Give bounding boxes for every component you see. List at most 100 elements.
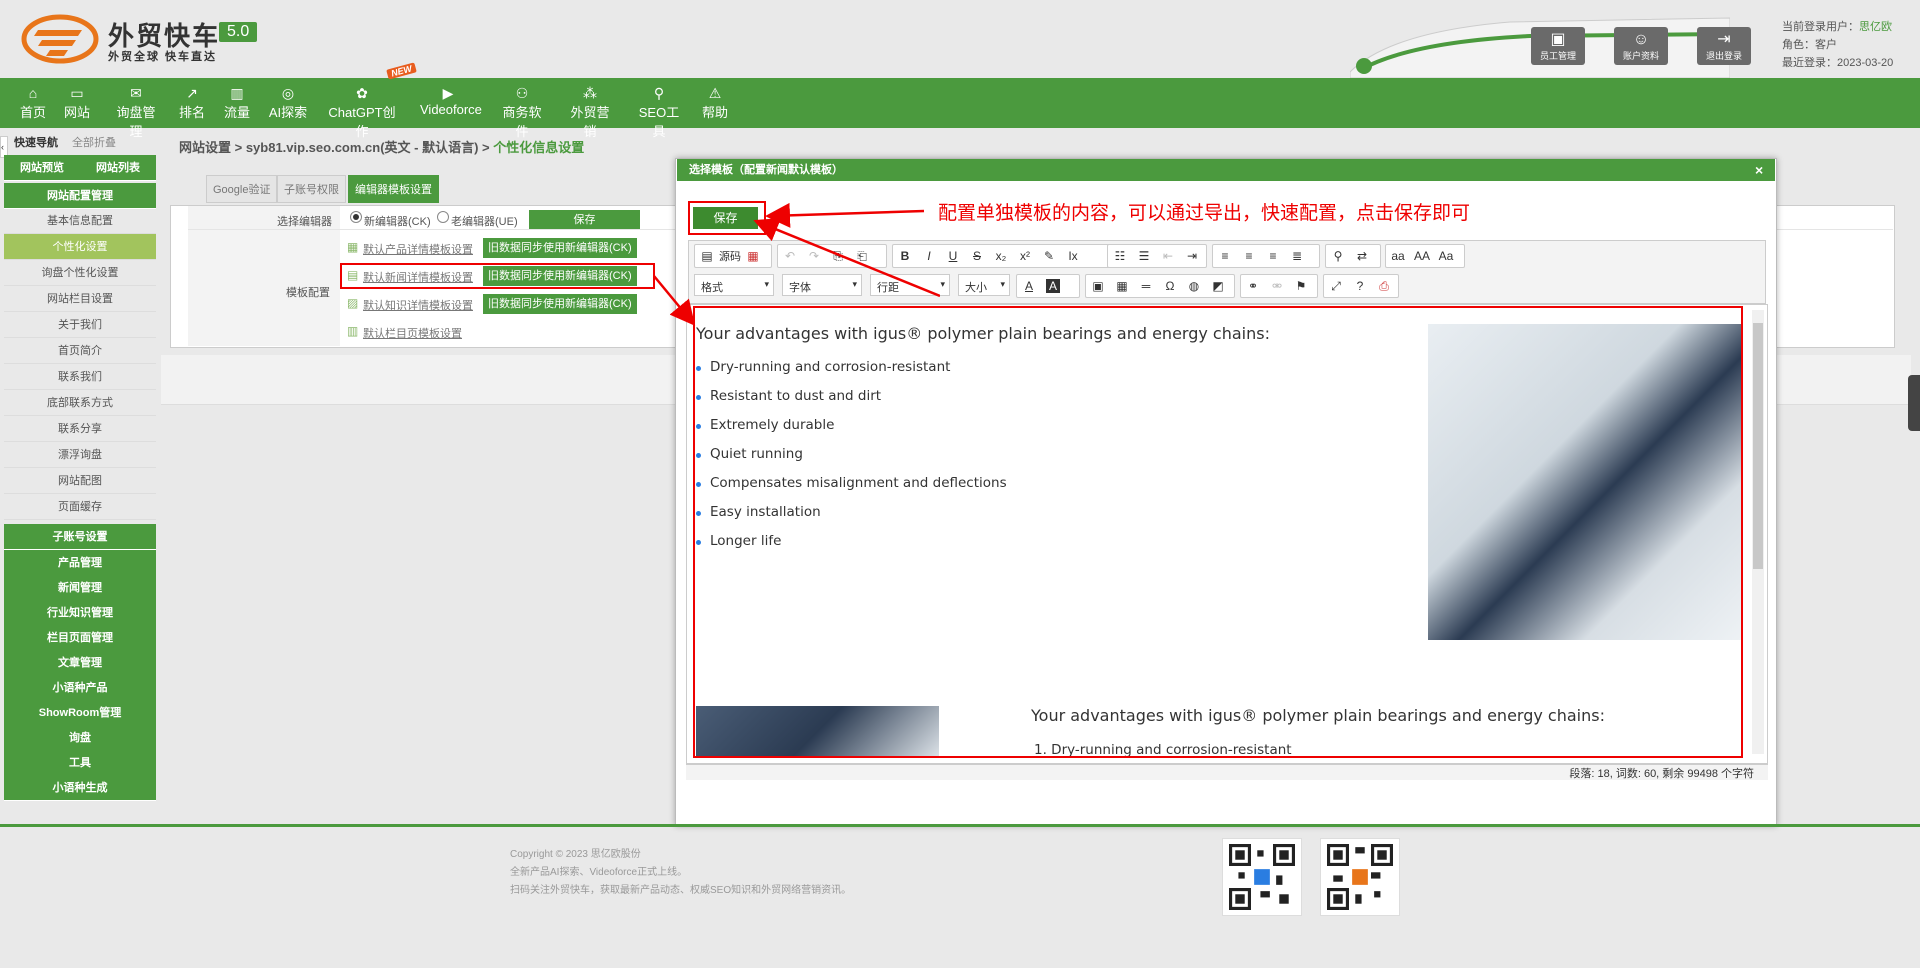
breadcrumb: 网站设置 > syb81.vip.seo.com.cn(英文 - 默认语言) >… — [179, 137, 584, 156]
sidebar-section-site-config[interactable]: 网站配置管理 — [4, 183, 156, 209]
sidebar-group[interactable]: 小语种产品 — [4, 675, 156, 701]
bullet-list-icon[interactable]: ☰ — [1132, 249, 1156, 263]
sidebar-group[interactable]: 产品管理 — [4, 550, 156, 576]
indent-icon[interactable]: ⇥ — [1180, 249, 1204, 263]
maximize-icon[interactable]: ⤢ — [1324, 279, 1348, 294]
preview-icon[interactable]: ⎙ — [1372, 279, 1396, 294]
sidebar-item[interactable]: 关于我们 — [4, 312, 156, 338]
nav-home[interactable]: ⌂ 首页 — [20, 78, 46, 128]
find-icon[interactable]: ⚲ — [1326, 249, 1350, 263]
table-icon[interactable]: ▦ — [1110, 279, 1134, 293]
nav-marketing[interactable]: ⁂ 外贸营销 — [565, 78, 615, 139]
nav-ai[interactable]: ◎ AI探索 — [268, 78, 308, 128]
news-template-link[interactable]: 默认新闻详情模板设置 — [363, 269, 473, 285]
sidebar-group[interactable]: 新闻管理 — [4, 575, 156, 601]
subscript-icon[interactable]: x₂ — [989, 249, 1013, 263]
numbered-list-icon[interactable]: ☷ — [1108, 249, 1132, 263]
sidebar-item[interactable]: 首页简介 — [4, 338, 156, 364]
sync-knowledge-button[interactable]: 旧数据同步使用新编辑器(CK) — [483, 294, 637, 314]
align-center-icon[interactable]: ≡ — [1237, 249, 1261, 263]
uppercase-icon[interactable]: AA — [1410, 249, 1434, 263]
site-preview-button[interactable]: 网站预览 — [4, 155, 80, 181]
sidebar-group[interactable]: ShowRoom管理 — [4, 700, 156, 726]
sidebar-item-active[interactable]: 个性化设置 — [4, 234, 156, 260]
copy-format-icon[interactable]: ✎ — [1037, 249, 1061, 263]
tab-google-verify[interactable]: Google验证 — [206, 175, 278, 203]
sidebar-group[interactable]: 栏目页面管理 — [4, 625, 156, 651]
outdent-icon[interactable]: ⇤ — [1156, 249, 1180, 263]
product-template-link[interactable]: 默认产品详情模板设置 — [363, 241, 473, 257]
sidebar-item[interactable]: 网站配图 — [4, 468, 156, 494]
sidebar-item[interactable]: 页面缓存 — [4, 494, 156, 520]
account-info-button[interactable]: ☺ 账户资料 — [1614, 27, 1668, 65]
sidebar-item[interactable]: 网站栏目设置 — [4, 286, 156, 312]
nav-inquiry[interactable]: ✉ 询盘管理 — [111, 78, 161, 139]
nav-traffic[interactable]: ▥ 流量 — [223, 78, 251, 128]
unlink-icon[interactable]: ⚮ — [1265, 279, 1289, 293]
nav-seo[interactable]: ⚲ SEO工具 — [634, 78, 684, 139]
logout-button[interactable]: ⇥ 退出登录 — [1697, 27, 1751, 65]
qr-code-icon — [1222, 838, 1302, 916]
align-left-icon[interactable]: ≡ — [1213, 249, 1237, 263]
align-right-icon[interactable]: ≡ — [1261, 249, 1285, 263]
iframe-icon[interactable]: ◍ — [1182, 279, 1206, 293]
sidebar-item[interactable]: 联系我们 — [4, 364, 156, 390]
sidebar-item[interactable]: 联系分享 — [4, 416, 156, 442]
background-color-icon[interactable]: A — [1046, 279, 1060, 293]
link-icon[interactable]: ⚭ — [1241, 279, 1265, 293]
nav-videoforce[interactable]: ▶ Videoforce — [420, 78, 482, 128]
strike-icon[interactable]: S — [965, 249, 989, 263]
sidebar-group[interactable]: 行业知识管理 — [4, 600, 156, 626]
sidebar-item[interactable]: 底部联系方式 — [4, 390, 156, 416]
size-dropdown[interactable]: 大小 — [958, 274, 1010, 296]
column-template-link[interactable]: 默认栏目页模板设置 — [363, 325, 462, 341]
sidebar-group[interactable]: 询盘 — [4, 725, 156, 751]
version-badge: 5.0 — [219, 22, 258, 42]
nav-rank[interactable]: ↗ 排名 — [179, 78, 205, 128]
align-justify-icon[interactable]: ≣ — [1285, 249, 1309, 263]
tab-subaccount[interactable]: 子账号权限 — [277, 175, 346, 203]
toolbar-group-find: ⚲ ⇄ — [1325, 244, 1381, 268]
editor-save-button[interactable]: 保存 — [529, 210, 640, 230]
anchor-icon[interactable]: ⚑ — [1289, 279, 1313, 293]
sidebar-group[interactable]: 小语种生成 — [4, 775, 156, 801]
nav-chatgpt[interactable]: ✿ ChatGPT创作 — [326, 78, 398, 139]
sync-product-button[interactable]: 旧数据同步使用新编辑器(CK) — [483, 238, 637, 258]
replace-icon[interactable]: ⇄ — [1350, 249, 1374, 263]
media-icon[interactable]: ◩ — [1206, 279, 1230, 293]
sidebar-tab-quick[interactable]: 快速导航 — [14, 134, 58, 150]
sidebar-item[interactable]: 漂浮询盘 — [4, 442, 156, 468]
text-color-icon[interactable]: A — [1017, 279, 1041, 293]
lowercase-icon[interactable]: aa — [1386, 249, 1410, 263]
modal-close-button[interactable]: × — [1755, 159, 1763, 181]
image-icon[interactable]: ▣ — [1086, 279, 1110, 293]
knowledge-template-link[interactable]: 默认知识详情模板设置 — [363, 297, 473, 313]
sidebar-group[interactable]: 文章管理 — [4, 650, 156, 676]
superscript-icon[interactable]: x² — [1013, 249, 1037, 263]
tab-editor-template[interactable]: 编辑器模板设置 — [348, 175, 439, 203]
horizontal-line-icon[interactable]: ═ — [1134, 279, 1158, 293]
radio-old-editor[interactable] — [437, 211, 449, 223]
underline-icon[interactable]: U — [941, 249, 965, 263]
capitalize-icon[interactable]: Aa — [1434, 249, 1458, 263]
sidebar-item[interactable]: 基本信息配置 — [4, 208, 156, 234]
help-icon[interactable]: ? — [1348, 279, 1372, 293]
sidebar-item[interactable]: 询盘个性化设置 — [4, 260, 156, 286]
warning-icon: ⚠ — [708, 85, 722, 101]
nav-software[interactable]: ⚇ 商务软件 — [497, 78, 547, 139]
site-list-button[interactable]: 网站列表 — [80, 155, 156, 181]
sidebar-group[interactable]: 工具 — [4, 750, 156, 776]
radio-new-editor[interactable] — [350, 211, 362, 223]
editor-scroll-thumb[interactable] — [1753, 323, 1763, 569]
nav-website[interactable]: ▭ 网站 — [64, 78, 90, 128]
footer-follow: 扫码关注外贸快车，获取最新产品动态、权威SEO知识和外贸网络营销资讯。 — [510, 885, 852, 896]
nav-help[interactable]: ⚠ 帮助 — [702, 78, 728, 128]
sidebar-group[interactable]: 子账号设置 — [4, 524, 156, 550]
editor-select-label: 选择编辑器 — [277, 216, 332, 228]
side-float-handle[interactable] — [1908, 375, 1920, 431]
staff-management-button[interactable]: ▣ 员工管理 — [1531, 27, 1585, 65]
special-char-icon[interactable]: Ω — [1158, 279, 1182, 293]
sync-news-button[interactable]: 旧数据同步使用新编辑器(CK) — [483, 266, 637, 286]
sidebar-tab-collapse[interactable]: 全部折叠 — [72, 134, 116, 150]
remove-format-icon[interactable]: Ix — [1061, 249, 1085, 263]
